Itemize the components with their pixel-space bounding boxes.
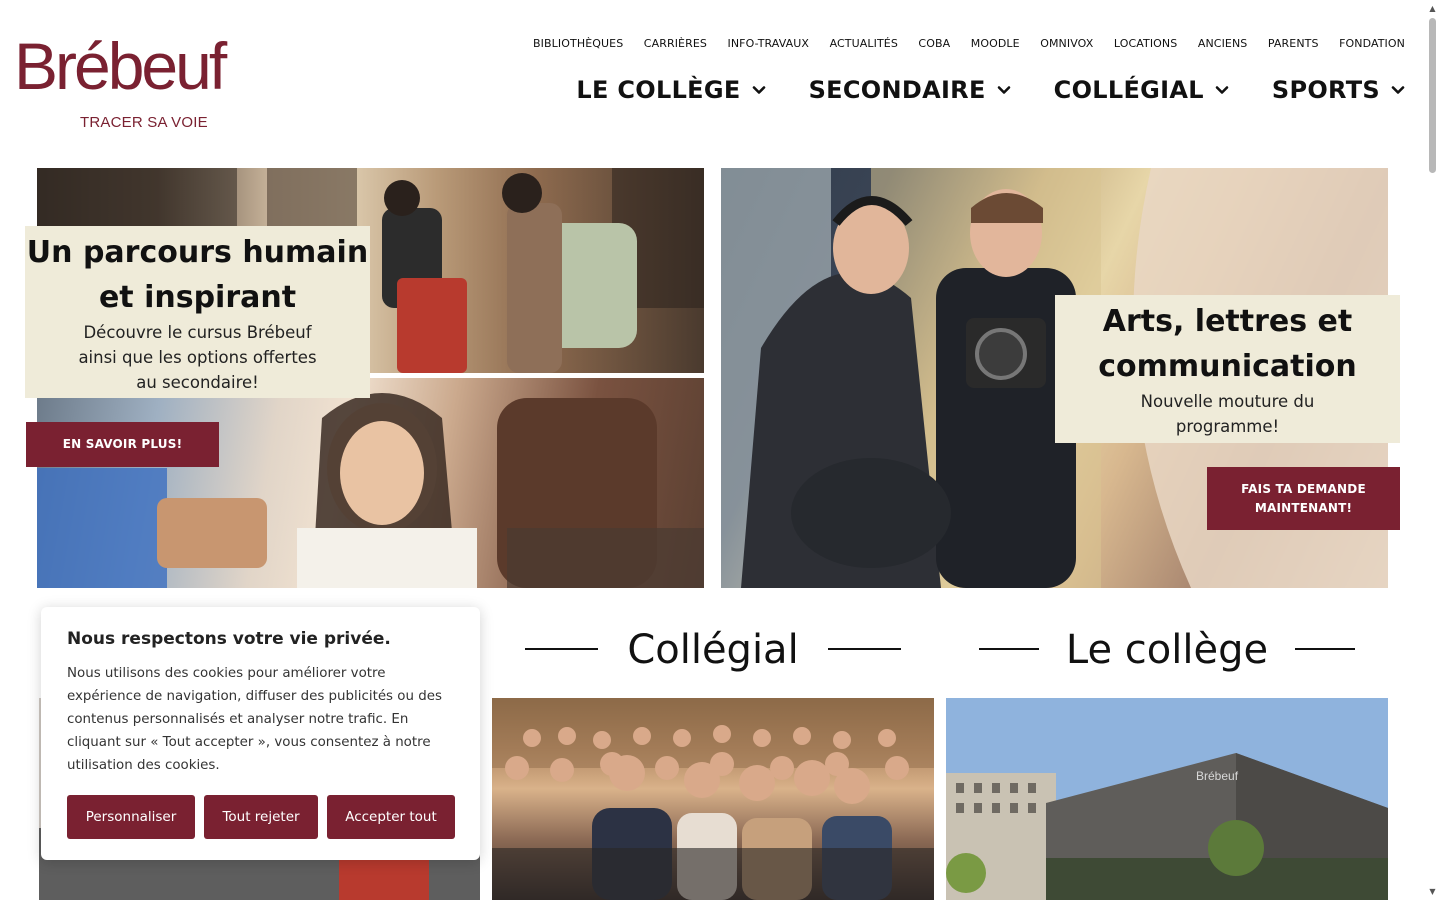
hero-arts-title-line2: communication — [1098, 349, 1357, 384]
scroll-up-arrow-icon[interactable]: ▲ — [1428, 4, 1437, 13]
main-nav-label: LE COLLÈGE — [576, 76, 741, 104]
fais-ta-demande-button[interactable]: FAIS TA DEMANDE MAINTENANT! — [1207, 467, 1400, 530]
utility-link-parents[interactable]: PARENTS — [1268, 37, 1319, 50]
section-title-collegial: Collégial — [627, 627, 799, 673]
chevron-down-icon — [752, 86, 765, 94]
main-nav-label: SECONDAIRE — [808, 76, 986, 104]
logo-tagline: TRACER SA VOIE — [80, 114, 208, 131]
cookie-description: Nous utilisons des cookies pour améliore… — [67, 666, 442, 773]
main-nav-label: SPORTS — [1271, 76, 1380, 104]
hero-secondaire-subtitle-line3: au secondaire! — [136, 373, 259, 392]
cookie-reject-all-button[interactable]: Tout rejeter — [204, 795, 318, 839]
utility-link-moodle[interactable]: MOODLE — [971, 37, 1020, 50]
logo-wordmark: Brébeuf — [14, 29, 227, 103]
college-section-photo[interactable]: Brébeuf — [946, 698, 1388, 900]
main-nav-collegial[interactable]: COLLÉGIAL — [1054, 76, 1230, 104]
svg-text:Brébeuf: Brébeuf — [1196, 769, 1239, 783]
chevron-down-icon — [1215, 86, 1229, 94]
main-nav-label: COLLÉGIAL — [1053, 76, 1204, 104]
hero-secondaire-subtitle-line1: Découvre le cursus Brébeuf — [83, 323, 312, 342]
utility-link-locations[interactable]: LOCATIONS — [1114, 37, 1177, 50]
utility-link-info-travaux[interactable]: INFO-TRAVAUX — [727, 37, 809, 50]
main-nav: LE COLLÈGE SECONDAIRE COLLÉGIAL SPORTS — [534, 76, 1406, 104]
heading-rule — [525, 648, 598, 650]
section-title-le-college: Le collège — [1065, 627, 1269, 673]
site-logo[interactable]: Brébeuf TRACER SA VOIE — [14, 30, 264, 134]
scroll-down-arrow-icon[interactable]: ▼ — [1428, 887, 1437, 896]
utility-link-carrieres[interactable]: CARRIÈRES — [644, 37, 707, 50]
en-savoir-plus-button[interactable]: EN SAVOIR PLUS! — [26, 422, 219, 467]
chevron-down-icon — [1391, 86, 1405, 94]
cookie-button-row: Personnaliser Tout rejeter Accepter tout — [67, 795, 455, 839]
classroom-illustration — [37, 393, 704, 588]
utility-link-anciens[interactable]: ANCIENS — [1198, 37, 1248, 50]
cookie-customize-button[interactable]: Personnaliser — [67, 795, 195, 839]
hero-student-class-photo — [37, 378, 704, 588]
main-nav-sports[interactable]: SPORTS — [1272, 76, 1406, 104]
hero-secondaire-title-line2: et inspirant — [98, 280, 297, 315]
cookie-title: Nous respectons votre vie privée. — [67, 629, 391, 649]
hero-arts-title-line1: Arts, lettres et — [1102, 304, 1353, 339]
page-scrollbar[interactable]: ▲ ▼ — [1425, 0, 1440, 900]
cookie-accept-all-button[interactable]: Accepter tout — [327, 795, 455, 839]
utility-link-bibliotheques[interactable]: BIBLIOTHÈQUES — [533, 37, 623, 50]
heading-rule — [1295, 648, 1355, 650]
utility-link-omnivox[interactable]: OMNIVOX — [1040, 37, 1093, 50]
auditorium-students-illustration — [492, 698, 934, 900]
scrollbar-thumb[interactable] — [1429, 18, 1436, 173]
hero-secondaire-subtitle-line2: ainsi que les options offertes — [78, 348, 317, 367]
utility-link-actualites[interactable]: ACTUALITÉS — [830, 37, 898, 50]
college-building-illustration: Brébeuf — [946, 698, 1388, 900]
cookie-consent-dialog: Nous respectons votre vie privée. Nous u… — [41, 607, 480, 860]
heading-rule — [979, 648, 1039, 650]
utility-link-coba[interactable]: COBA — [918, 37, 950, 50]
chevron-down-icon — [997, 86, 1010, 94]
utility-nav: BIBLIOTHÈQUES CARRIÈRES INFO-TRAVAUX ACT… — [513, 37, 1405, 50]
main-nav-le-college[interactable]: LE COLLÈGE — [576, 76, 766, 104]
hero-secondaire-title-line1: Un parcours humain — [26, 235, 369, 270]
hero-secondaire-caption: Un parcours humain et inspirant Découvre… — [25, 226, 370, 398]
utility-link-fondation[interactable]: FONDATION — [1339, 37, 1405, 50]
collegial-section-photo[interactable] — [492, 698, 934, 900]
hero-arts-subtitle-line1: Nouvelle mouture du — [1140, 392, 1315, 411]
heading-rule — [828, 648, 901, 650]
main-nav-secondaire[interactable]: SECONDAIRE — [809, 76, 1012, 104]
hero-arts-subtitle-line2: programme! — [1175, 417, 1280, 436]
hero-arts-caption: Arts, lettres et communication Nouvelle … — [1055, 295, 1400, 443]
